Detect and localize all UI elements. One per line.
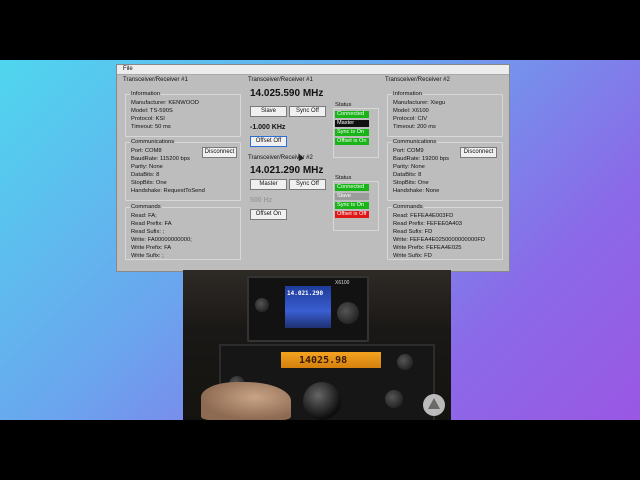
comms-title-1: Communications [130, 139, 176, 145]
status-connected-badge: Connected [335, 111, 369, 118]
info-row: Model: TS-590S [131, 108, 173, 114]
comms-row: Handshake: RequestToSend [131, 188, 205, 194]
rig-main-frequency: 14025.98 [299, 355, 348, 366]
command-row: Read Prefix: FEFEE0A403 [393, 221, 462, 227]
frequency-display-2: 14.021.290 MHz [250, 165, 324, 176]
frequency-display-1: 14.025.590 MHz [250, 88, 324, 99]
master-button[interactable]: Master [250, 179, 287, 190]
sync-off-button-2[interactable]: Sync Off [289, 179, 326, 190]
status-offset-badge: Offset is On [335, 138, 369, 145]
receiver-2-title: Transceiver/Receiver #2 [385, 77, 450, 83]
comms-row: Port: COM9 [393, 148, 424, 154]
command-row: Write: FEFEA4E0250000000000FD [393, 237, 486, 243]
comms-row: StopBits: One [131, 180, 167, 186]
comms-row: StopBits: One [393, 180, 429, 186]
commands-frame-1: Commands Read: FA; Read Prefix: FA Read … [125, 204, 241, 260]
status-sync-badge: Sync is On [335, 202, 369, 209]
command-row: Read Sufix: FD [393, 229, 433, 235]
comms-frame-2: Communications Port: COM9 BaudRate: 1920… [387, 139, 503, 201]
slave-button[interactable]: Slave [250, 106, 287, 117]
info-frame-2: Information Manufacturer: Xiegu Model: X… [387, 91, 503, 137]
comms-row: Handshake: None [393, 188, 440, 194]
info-row: Timeout: 200 ms [393, 124, 436, 130]
receiver-1-title: Transceiver/Receiver #1 [123, 77, 188, 83]
radio-photo: X6100 14.021.290 14025.98 [183, 270, 451, 420]
command-row: Write Prefix: FA [131, 245, 172, 251]
disconnect-button-1[interactable]: Disconnect [202, 147, 237, 158]
commands-title-2: Commands [392, 204, 424, 210]
status-frame-1: Connected Master Sync is On Offset is On [333, 108, 379, 158]
info-frame-1: Information Manufacturer: KENWOOD Model:… [125, 91, 241, 137]
comms-row: BaudRate: 19200 bps [393, 156, 450, 162]
status-master-badge: Master [335, 120, 369, 127]
status-connected-badge: Connected [335, 184, 369, 191]
command-row: Write Sufix: FD [393, 253, 432, 259]
comms-title-2: Communications [392, 139, 438, 145]
command-row: Write Prefix: FEFEA4E025 [393, 245, 462, 251]
xiegu-radio: X6100 14.021.290 [247, 276, 369, 342]
file-menu[interactable]: File [123, 66, 133, 72]
rig-top-screen: 14.021.290 [285, 286, 331, 328]
command-row: Read: FEFEA4E003FD [393, 213, 454, 219]
offset-value-1: -1.000 KHz [250, 124, 286, 131]
comms-row: BaudRate: 115200 bps [131, 156, 190, 162]
receiver-1-panel: Transceiver/Receiver #1 Information Manu… [123, 77, 243, 267]
offset-on-button[interactable]: Offset On [250, 209, 287, 220]
overlay-logo-icon [423, 394, 445, 416]
rig-top-label: X6100 [335, 280, 350, 286]
rig-top-small-knob-icon [255, 298, 269, 312]
status-sync-badge: Sync is On [335, 129, 369, 136]
info-row: Protocol: CIV [393, 116, 428, 122]
info-title-2: Information [392, 91, 423, 97]
info-row: Model: X6100 [393, 108, 429, 114]
comms-row: Parity: None [131, 164, 163, 170]
comms-row: DataBits: 8 [131, 172, 160, 178]
offset-off-button[interactable]: Offset Off [250, 136, 287, 147]
comms-row: Port: COM8 [131, 148, 162, 154]
disconnect-button-2[interactable]: Disconnect [460, 147, 497, 158]
status-slave-badge: Slave [335, 193, 369, 200]
rig-top-knob-icon [337, 302, 359, 324]
comms-row: DataBits: 8 [393, 172, 422, 178]
command-row: Write: FA00000000000; [131, 237, 192, 243]
rig-main-right-knob-icon [397, 354, 413, 370]
sync-panel: Transceiver/Receiver #1 14.025.590 MHz S… [248, 77, 380, 267]
rig-main-sub-knob-icon [385, 390, 403, 408]
comms-frame-1: Communications Port: COM8 BaudRate: 1152… [125, 139, 241, 201]
status-offset-badge: Offset is Off [335, 211, 369, 218]
menubar: File [117, 65, 509, 75]
status-frame-2: Connected Slave Sync is On Offset is Off [333, 181, 379, 231]
vfo-knob-icon [303, 382, 341, 420]
rig-top-frequency: 14.021.290 [287, 290, 324, 297]
app-window: File Transceiver/Receiver #1 Information… [116, 64, 510, 272]
command-row: Read Prefix: FA [131, 221, 172, 227]
hand-image [201, 382, 291, 420]
info-title-1: Information [130, 91, 161, 97]
command-row: Read Sufix: ; [131, 229, 165, 235]
info-row: Manufacturer: KENWOOD [131, 100, 199, 106]
receiver-2-panel: Transceiver/Receiver #2 Information Manu… [385, 77, 505, 267]
sync-r1-title: Transceiver/Receiver #1 [248, 77, 313, 83]
command-row: Read: FA; [131, 213, 157, 219]
commands-frame-2: Commands Read: FEFEA4E003FD Read Prefix:… [387, 204, 503, 260]
info-row: Protocol: KSI [131, 116, 165, 122]
offset-value-2: 500 Hz [250, 197, 273, 204]
info-row: Manufacturer: Xiegu [393, 100, 446, 106]
info-row: Timeout: 50 ms [131, 124, 171, 130]
command-row: Write Sufix: ; [131, 253, 164, 259]
sync-off-button-1[interactable]: Sync Off [289, 106, 326, 117]
rig-main-display: 14025.98 [281, 352, 381, 368]
commands-title-1: Commands [130, 204, 162, 210]
comms-row: Parity: None [393, 164, 425, 170]
